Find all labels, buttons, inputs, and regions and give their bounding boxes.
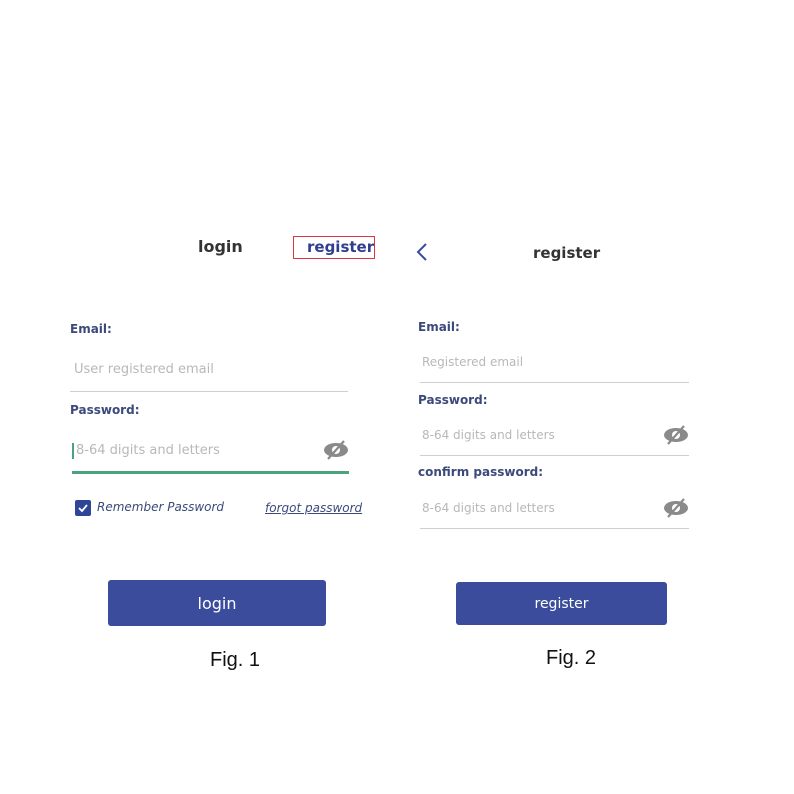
back-chevron-icon[interactable] bbox=[415, 242, 429, 262]
checkmark-icon bbox=[78, 504, 88, 513]
password-label: Password: bbox=[418, 393, 488, 407]
eye-off-icon[interactable] bbox=[662, 424, 690, 446]
register-button[interactable]: register bbox=[456, 582, 667, 625]
text-cursor bbox=[72, 443, 74, 459]
remember-password-checkbox[interactable] bbox=[75, 500, 91, 516]
remember-password-label[interactable]: Remember Password bbox=[97, 500, 224, 514]
email-input[interactable]: User registered email bbox=[74, 362, 214, 377]
password-label: Password: bbox=[70, 403, 140, 417]
login-button[interactable]: login bbox=[108, 580, 326, 626]
register-page-title: register bbox=[533, 244, 601, 262]
password-underline-focused bbox=[72, 471, 349, 474]
confirm-password-underline bbox=[420, 528, 689, 529]
fig2-caption: Fig. 2 bbox=[546, 647, 597, 669]
eye-off-icon[interactable] bbox=[322, 439, 350, 461]
email-label: Email: bbox=[70, 322, 112, 336]
confirm-password-label: confirm password: bbox=[418, 465, 544, 479]
email-input[interactable]: Registered email bbox=[422, 355, 523, 369]
confirm-password-input[interactable]: 8-64 digits and letters bbox=[422, 501, 555, 515]
eye-off-icon[interactable] bbox=[662, 497, 690, 519]
tab-register[interactable]: register bbox=[307, 238, 374, 256]
fig1-caption: Fig. 1 bbox=[210, 649, 261, 671]
email-label: Email: bbox=[418, 320, 460, 334]
password-underline bbox=[420, 455, 689, 456]
email-underline bbox=[420, 382, 689, 383]
tab-login[interactable]: login bbox=[198, 237, 243, 256]
forgot-password-link[interactable]: forgot password bbox=[265, 501, 362, 515]
email-underline bbox=[70, 391, 348, 392]
password-input[interactable]: 8-64 digits and letters bbox=[76, 443, 220, 458]
password-input[interactable]: 8-64 digits and letters bbox=[422, 428, 555, 442]
